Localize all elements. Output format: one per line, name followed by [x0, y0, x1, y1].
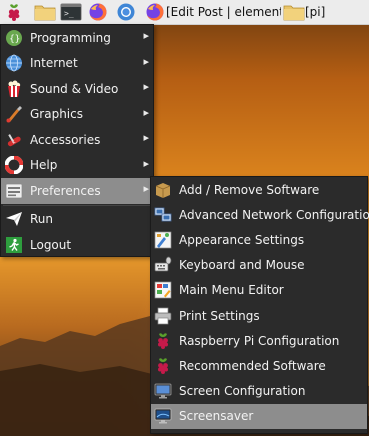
menu-item-appearance-settings[interactable]: Appearance Settings: [151, 227, 367, 252]
svg-text:>_: >_: [64, 9, 74, 18]
task-browser[interactable]: [Edit Post | element14 ...: [166, 2, 281, 22]
monitor-icon: [153, 381, 173, 401]
menu-item-raspberry-pi-configuration[interactable]: Raspberry Pi Configuration: [151, 328, 367, 353]
chevron-right-icon: ▸: [143, 80, 149, 93]
printer-icon: [153, 306, 173, 326]
taskbar: >_ [Edit Post | element14 ... [pi]: [0, 0, 369, 25]
chevron-right-icon: ▸: [143, 182, 149, 195]
preferences-submenu: Add / Remove Software Advanced Network C…: [150, 176, 369, 434]
globe-icon: [4, 53, 24, 73]
package-icon: [153, 180, 173, 200]
raspberry-icon: [153, 356, 173, 376]
menu-item-recommended-software[interactable]: Recommended Software: [151, 353, 367, 378]
menu-item-label: Programming: [30, 30, 111, 45]
popcorn-icon: [4, 79, 24, 99]
raspberry-icon: [153, 331, 173, 351]
menu-separator: [3, 204, 151, 206]
chromium-icon[interactable]: [116, 2, 136, 22]
folder-task-icon: [283, 2, 305, 22]
menu-editor-icon: [153, 280, 173, 300]
chevron-right-icon: ▸: [143, 131, 149, 144]
terminal-icon[interactable]: >_: [60, 2, 82, 22]
menu-item-label: Recommended Software: [179, 358, 326, 373]
menu-item-screensaver[interactable]: Screensaver: [151, 403, 367, 429]
exit-icon: [4, 235, 24, 255]
menu-item-main-menu-editor[interactable]: Main Menu Editor: [151, 278, 367, 303]
menu-item-label: Advanced Network Configuration: [179, 207, 369, 222]
menu-item-advanced-network[interactable]: Advanced Network Configuration: [151, 202, 369, 227]
menu-item-keyboard-mouse[interactable]: Keyboard and Mouse: [151, 253, 367, 278]
menu-item-run[interactable]: Run: [1, 207, 153, 233]
task-file-manager[interactable]: [pi]: [305, 2, 345, 22]
menu-item-label: Appearance Settings: [179, 232, 305, 247]
menu-item-screen-configuration[interactable]: Screen Configuration: [151, 379, 367, 404]
lifebuoy-icon: [4, 155, 24, 175]
menu-item-label: Sound & Video: [30, 81, 119, 96]
firefox-task-icon: [145, 2, 165, 22]
menu-item-label: Run: [30, 212, 54, 227]
paper-plane-icon: [4, 209, 24, 229]
chevron-right-icon: ▸: [143, 54, 149, 68]
menu-item-label: Preferences: [30, 183, 101, 198]
screensaver-icon: [153, 406, 173, 426]
paintbrush-icon: [4, 104, 24, 124]
svg-text:+: +: [12, 140, 16, 146]
menu-item-label: Help: [30, 158, 58, 173]
file-manager-icon[interactable]: [34, 2, 56, 22]
programming-icon: {}: [4, 28, 24, 48]
menu-item-label: Accessories: [30, 132, 101, 147]
svg-text:{}: {}: [9, 34, 20, 44]
menu-item-label: Main Menu Editor: [179, 283, 284, 298]
menu-item-label: Screensaver: [179, 409, 254, 424]
chevron-right-icon: ▸: [143, 156, 149, 170]
chevron-right-icon: ▸: [143, 29, 149, 42]
network-icon: [153, 205, 173, 225]
menu-item-label: Add / Remove Software: [179, 182, 320, 197]
menu-item-add-remove-software[interactable]: Add / Remove Software: [151, 177, 367, 202]
menu-item-label: Internet: [30, 56, 78, 71]
main-menu: {} Programming ▸ Internet ▸ Sound & Vide…: [0, 24, 154, 257]
appearance-icon: [153, 230, 173, 250]
menu-item-logout[interactable]: Logout: [1, 232, 153, 258]
menu-item-label: Keyboard and Mouse: [179, 258, 305, 273]
firefox-icon[interactable]: [88, 2, 108, 22]
chevron-right-icon: ▸: [143, 105, 149, 119]
keyboard-mouse-icon: [153, 255, 173, 275]
menu-item-preferences[interactable]: Preferences ▸: [1, 178, 153, 204]
menu-item-label: Print Settings: [179, 308, 260, 323]
preferences-icon: [4, 181, 24, 201]
menu-item-graphics[interactable]: Graphics ▸: [1, 102, 153, 128]
menu-item-accessories[interactable]: + Accessories ▸: [1, 127, 153, 153]
menu-item-help[interactable]: Help ▸: [1, 153, 153, 179]
menu-item-print-settings[interactable]: Print Settings: [151, 303, 367, 328]
menu-item-internet[interactable]: Internet ▸: [1, 51, 153, 77]
menu-item-label: Logout: [30, 237, 72, 252]
menu-item-programming[interactable]: {} Programming ▸: [1, 25, 153, 51]
menu-item-sound-video[interactable]: Sound & Video ▸: [1, 76, 153, 102]
menu-item-label: Raspberry Pi Configuration: [179, 333, 340, 348]
swiss-knife-icon: +: [4, 130, 24, 150]
menu-item-label: Graphics: [30, 107, 83, 122]
raspberry-menu-icon[interactable]: [4, 2, 24, 22]
menu-item-label: Screen Configuration: [179, 384, 306, 399]
